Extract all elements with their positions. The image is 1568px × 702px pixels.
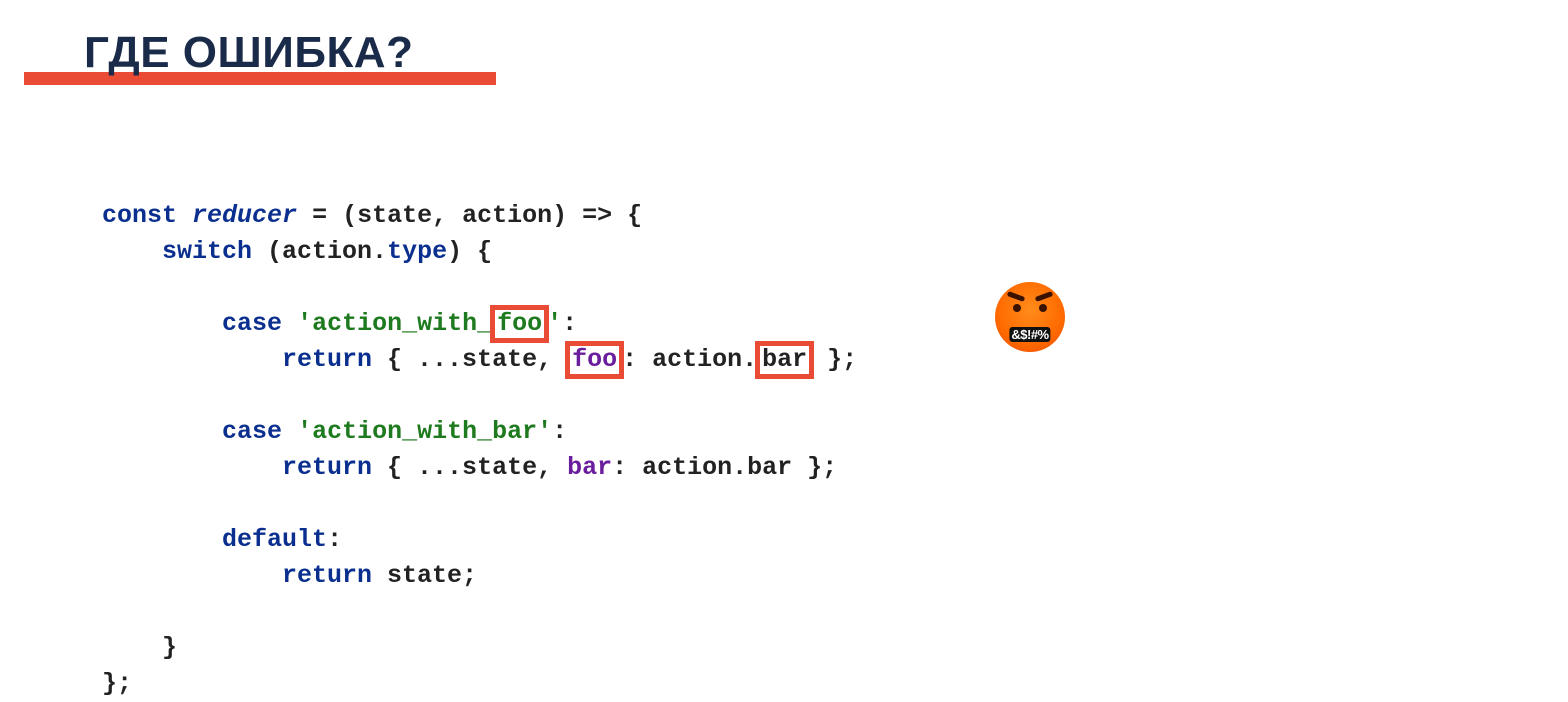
code-line-9: } [102,633,177,662]
highlight-bar: bar [755,341,814,379]
property-foo: foo [572,345,617,374]
code-line-1: const reducer = (state, action) => { [102,201,642,230]
keyword-return: return [282,453,372,482]
emoji-brow-right [1035,291,1054,302]
code-line-10: }; [102,669,132,698]
code-line-8: return state; [102,561,477,590]
code-text: : action. [622,345,757,374]
code-text: : [562,309,577,338]
string-text: foo [497,309,542,338]
code-text: state; [372,561,477,590]
emoji-eye-left [1013,304,1021,312]
code-line-3: case 'action_with_foo': [102,309,577,338]
highlight-foo-1: foo [490,305,549,343]
string-literal: 'action_with_ [297,309,492,338]
keyword-case: case [222,417,282,446]
property-bar: bar [762,345,807,374]
keyword-case: case [222,309,282,338]
code-line-7: default: [102,525,342,554]
keyword-switch: switch [162,237,252,266]
code-line-5: case 'action_with_bar': [102,417,567,446]
emoji-mouth-censor: &$!#% [1009,327,1050,342]
code-text: { ...state, [372,345,567,374]
code-text: (action. [252,237,387,266]
angry-emoji-icon: &$!#% [995,282,1065,352]
code-text: : action.bar }; [612,453,837,482]
code-line-2: switch (action.type) { [102,237,492,266]
code-text: : [552,417,567,446]
keyword-return: return [282,561,372,590]
identifier-reducer: reducer [192,201,297,230]
code-text: { ...state, [372,453,567,482]
keyword-default: default [222,525,327,554]
emoji-face: &$!#% [995,282,1065,352]
code-text: ) { [447,237,492,266]
string-literal: 'action_with_bar' [297,417,552,446]
code-text: : [327,525,342,554]
slide-title-block: ГДЕ ОШИБКА? [24,28,496,85]
code-line-6: return { ...state, bar: action.bar }; [102,453,837,482]
emoji-eye-right [1039,304,1047,312]
property-bar: bar [567,453,612,482]
property-type: type [387,237,447,266]
slide-title: ГДЕ ОШИБКА? [24,28,496,78]
emoji-brow-left [1007,291,1026,302]
code-block: const reducer = (state, action) => { swi… [102,162,857,702]
code-text: }; [102,669,132,698]
highlight-foo-2: foo [565,341,624,379]
code-text: = (state, action) => { [297,201,642,230]
string-literal: ' [547,309,562,338]
code-line-4: return { ...state, foo: action.bar }; [102,345,857,374]
code-text: } [162,633,177,662]
keyword-const: const [102,201,177,230]
keyword-return: return [282,345,372,374]
code-text: }; [812,345,857,374]
